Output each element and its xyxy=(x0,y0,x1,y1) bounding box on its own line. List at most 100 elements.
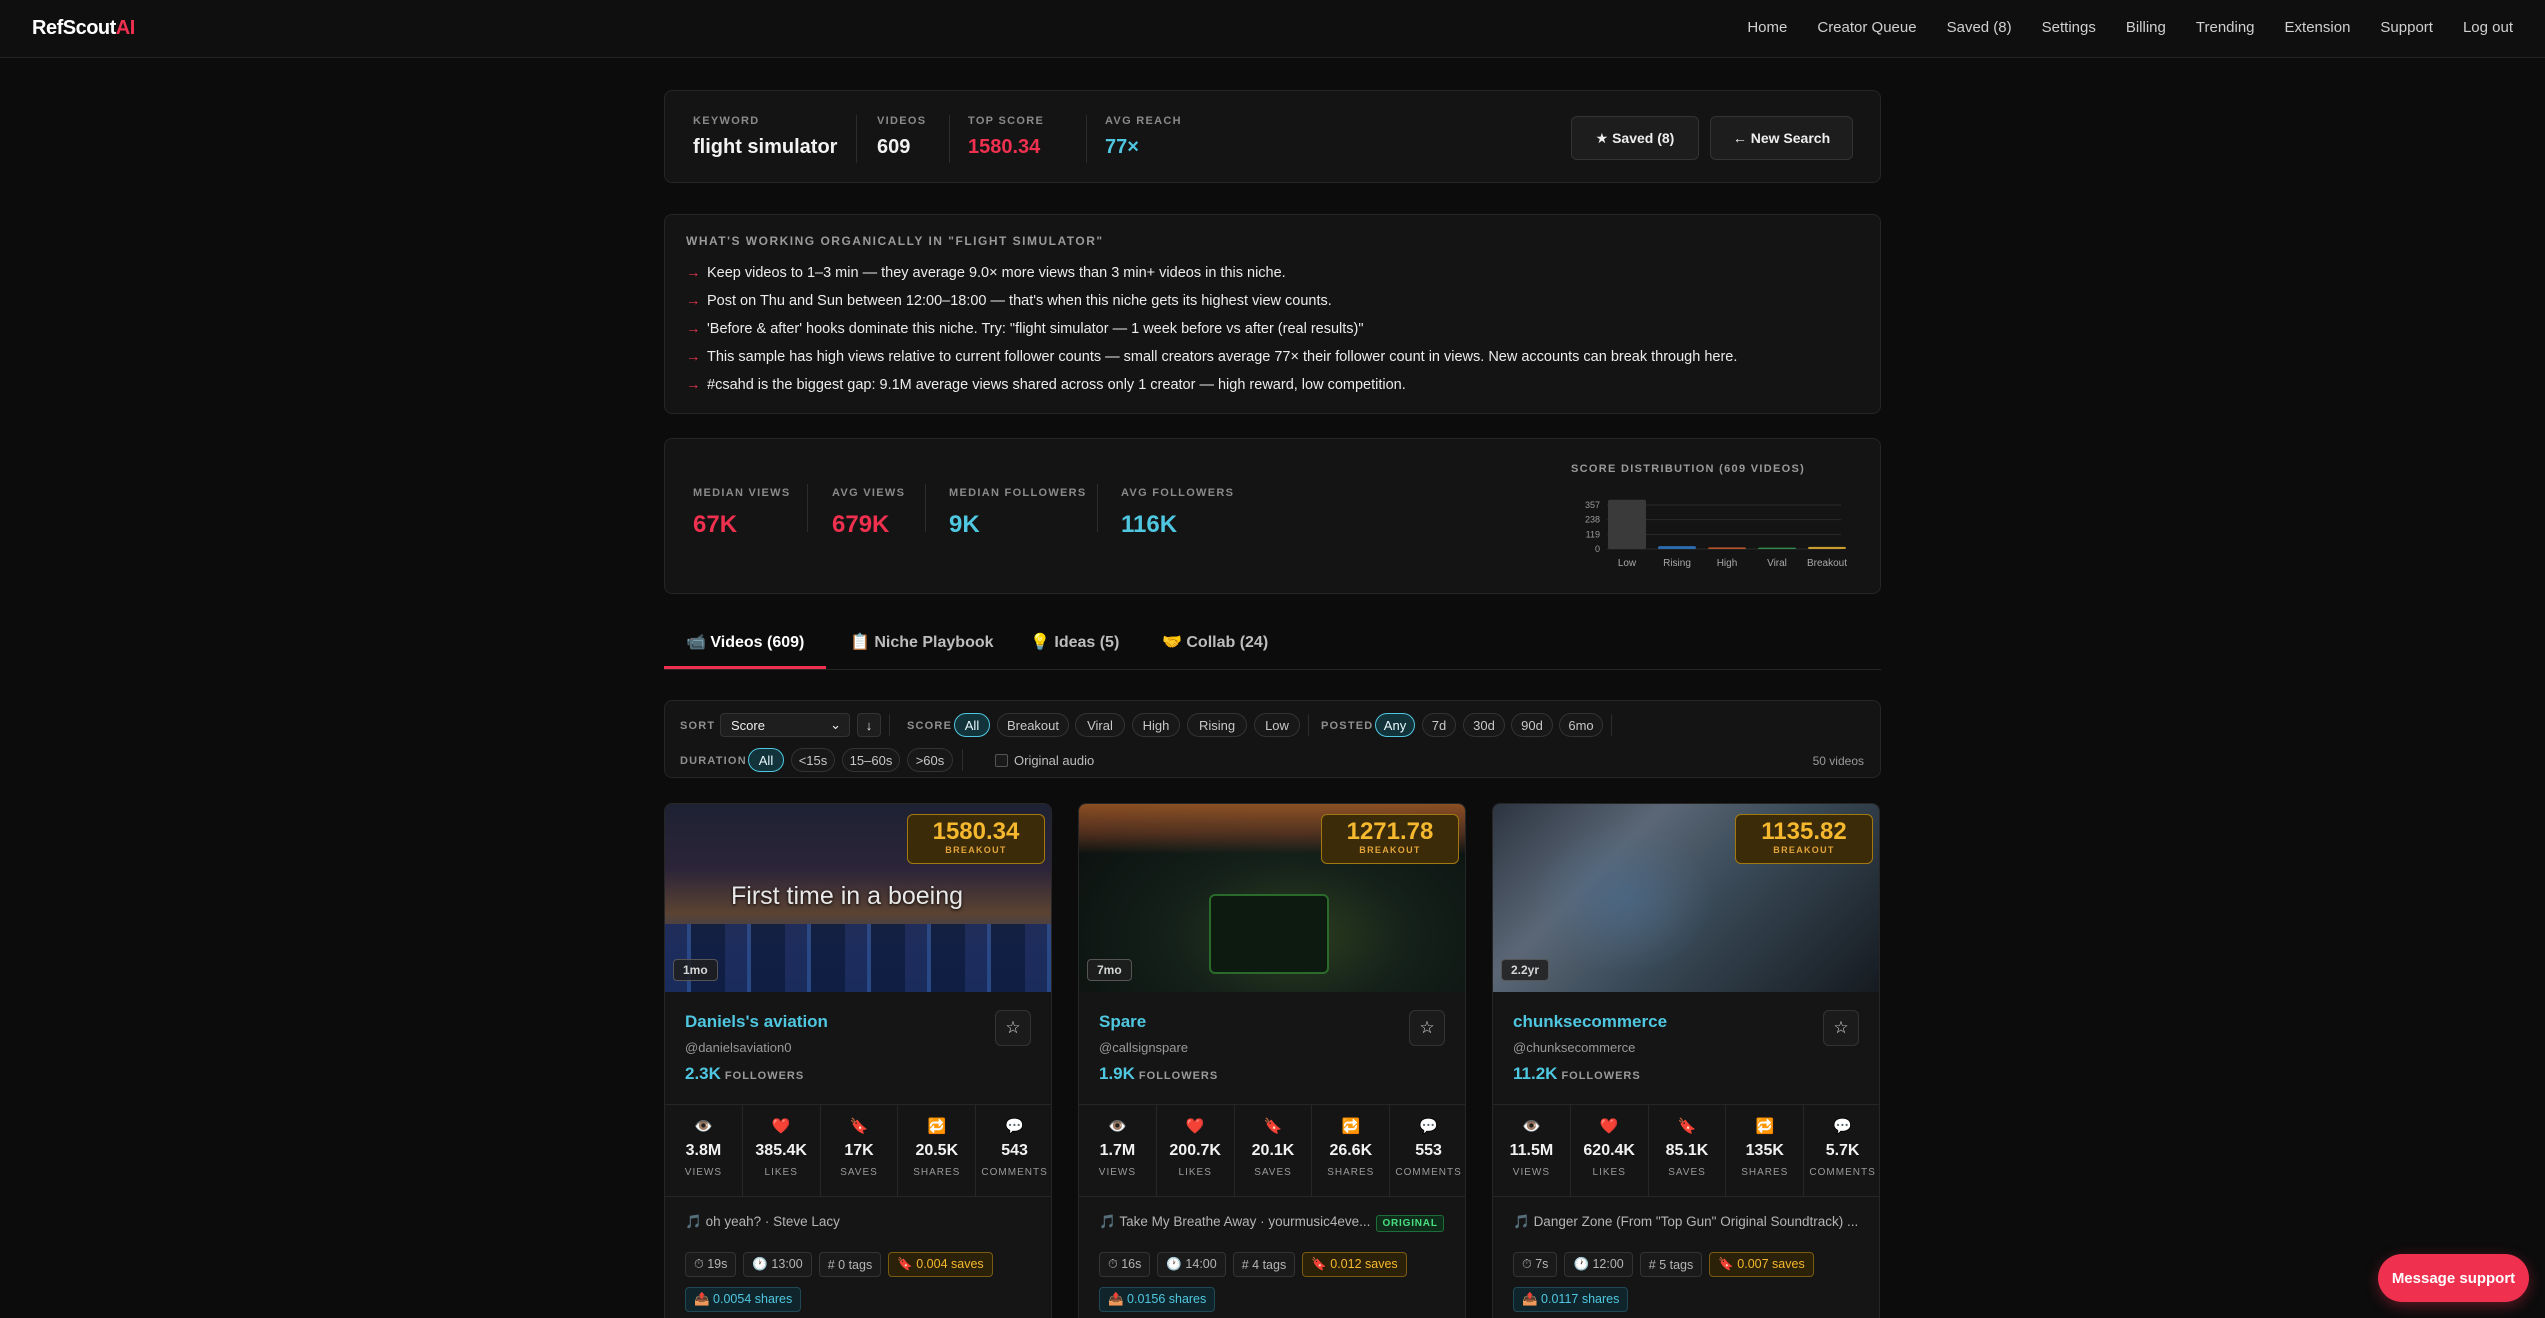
video-thumbnail[interactable]: 1271.78 BREAKOUT 7mo xyxy=(1079,804,1465,992)
score-filter-viral[interactable]: Viral xyxy=(1075,713,1125,737)
metric-saves: 🔖 85.1K SAVES xyxy=(1649,1105,1727,1196)
score-badge: 1135.82 BREAKOUT xyxy=(1735,814,1873,864)
likes-icon: ❤️ xyxy=(771,1118,791,1135)
views-icon: 👁️ xyxy=(1522,1118,1541,1135)
saved-button[interactable]: ★ Saved (8) xyxy=(1571,116,1699,160)
score-filter-low[interactable]: Low xyxy=(1254,713,1300,737)
median-followers-label: MEDIAN FOLLOWERS xyxy=(949,487,1087,499)
save-star-button[interactable]: ☆ xyxy=(1823,1010,1859,1046)
metrics-row: 👁️ 1.7M VIEWS ❤️ 200.7K LIKES 🔖 20.1K SA… xyxy=(1079,1104,1465,1197)
video-age-badge: 2.2yr xyxy=(1501,959,1550,981)
tab-videos[interactable]: 📹 Videos (609) xyxy=(686,632,804,652)
insight-item: → This sample has high views relative to … xyxy=(686,349,1738,365)
insights-panel: WHAT'S WORKING ORGANICALLY IN "FLIGHT SI… xyxy=(664,214,1881,414)
creator-handle: @chunksecommerce xyxy=(1513,1040,1636,1055)
videos-label: VIDEOS xyxy=(877,115,927,127)
nav-logout[interactable]: Log out xyxy=(2463,19,2513,36)
keyword-label: KEYWORD xyxy=(693,115,760,127)
nav-home[interactable]: Home xyxy=(1747,19,1787,36)
median-views-value: 67K xyxy=(693,511,738,538)
sort-label: SORT xyxy=(680,720,716,732)
score-filter-breakout[interactable]: Breakout xyxy=(997,713,1069,737)
shares-rate-chip: 📤 0.0156 shares xyxy=(1099,1287,1216,1312)
duration-filter-15-60s[interactable]: 15–60s xyxy=(842,748,900,772)
video-card[interactable]: 1135.82 BREAKOUT 2.2yr chunksecommerce @… xyxy=(1492,803,1880,1318)
tab-collab[interactable]: 🤝 Collab (24) xyxy=(1162,632,1268,652)
posted-filter-30d[interactable]: 30d xyxy=(1463,713,1505,737)
video-card[interactable]: 1271.78 BREAKOUT 7mo Spare @callsignspar… xyxy=(1078,803,1466,1318)
tab-niche-playbook[interactable]: 📋 Niche Playbook xyxy=(850,632,994,652)
video-card[interactable]: First time in a boeing 1580.34 BREAKOUT … xyxy=(664,803,1052,1318)
saves-rate-chip: 🔖 0.007 saves xyxy=(1709,1252,1814,1277)
original-audio-checkbox[interactable] xyxy=(995,754,1008,767)
sort-select[interactable]: Score ⌄ xyxy=(720,713,850,737)
save-star-button[interactable]: ☆ xyxy=(1409,1010,1445,1046)
nav-trending[interactable]: Trending xyxy=(2196,19,2255,36)
comments-icon: 💬 xyxy=(1005,1118,1024,1135)
metric-views: 👁️ 1.7M VIEWS xyxy=(1079,1105,1157,1196)
metrics-row: 👁️ 11.5M VIEWS ❤️ 620.4K LIKES 🔖 85.1K S… xyxy=(1493,1104,1879,1197)
logo[interactable]: RefScoutAI xyxy=(32,17,135,40)
creator-name[interactable]: Spare xyxy=(1099,1012,1146,1032)
post-time-chip: 🕐 14:00 xyxy=(1157,1252,1226,1277)
duration-filter-under-15s[interactable]: <15s xyxy=(791,748,835,772)
creator-name[interactable]: chunksecommerce xyxy=(1513,1012,1667,1032)
score-badge: 1580.34 BREAKOUT xyxy=(907,814,1045,864)
metric-shares: 🔁 135K SHARES xyxy=(1726,1105,1805,1196)
bar-rising xyxy=(1658,546,1696,549)
nav-saved[interactable]: Saved (8) xyxy=(1947,19,2012,36)
post-time-chip: 🕐 13:00 xyxy=(743,1252,812,1277)
nav-billing[interactable]: Billing xyxy=(2126,19,2166,36)
metric-comments: 💬 5.7K COMMENTS xyxy=(1804,1105,1879,1196)
keyword-value: flight simulator xyxy=(693,136,838,158)
nav-settings[interactable]: Settings xyxy=(2042,19,2096,36)
follower-count: 2.3K FOLLOWERS xyxy=(685,1064,805,1083)
creator-name[interactable]: Daniels's aviation xyxy=(685,1012,828,1032)
shares-rate-chip: 📤 0.0117 shares xyxy=(1513,1287,1629,1312)
save-star-button[interactable]: ☆ xyxy=(995,1010,1031,1046)
metric-likes: ❤️ 385.4K LIKES xyxy=(743,1105,821,1196)
insight-item: → Keep videos to 1–3 min — they average 9… xyxy=(686,265,1286,281)
music-track: 🎵 oh yeah? · Steve Lacy xyxy=(685,1214,840,1229)
saves-rate-chip: 🔖 0.012 saves xyxy=(1302,1252,1407,1277)
posted-label: POSTED xyxy=(1321,720,1374,732)
stats-panel: MEDIAN VIEWS 67K AVG VIEWS 679K MEDIAN F… xyxy=(664,438,1881,594)
posted-filter-7d[interactable]: 7d xyxy=(1422,713,1456,737)
metric-comments: 💬 553 COMMENTS xyxy=(1390,1105,1465,1196)
tags-chip: # 4 tags xyxy=(1232,1252,1296,1277)
nav-creator-queue[interactable]: Creator Queue xyxy=(1817,19,1916,36)
nav-support[interactable]: Support xyxy=(2380,19,2433,36)
sort-direction-button[interactable]: ↓ xyxy=(857,713,881,737)
views-icon: 👁️ xyxy=(1108,1118,1127,1135)
original-badge: ORIGINAL xyxy=(1376,1215,1444,1232)
comments-icon: 💬 xyxy=(1419,1118,1438,1135)
avg-views-value: 679K xyxy=(832,511,890,538)
y-tick-label: 119 xyxy=(1586,529,1600,539)
duration-filter-over-60s[interactable]: >60s xyxy=(907,748,953,772)
nav-extension[interactable]: Extension xyxy=(2285,19,2351,36)
score-filter-high[interactable]: High xyxy=(1132,713,1180,737)
score-filter-rising[interactable]: Rising xyxy=(1187,713,1247,737)
tab-ideas[interactable]: 💡 Ideas (5) xyxy=(1030,632,1119,652)
top-score-value: 1580.34 xyxy=(968,136,1041,158)
posted-filter-6mo[interactable]: 6mo xyxy=(1559,713,1603,737)
video-thumbnail[interactable]: First time in a boeing 1580.34 BREAKOUT … xyxy=(665,804,1051,992)
shares-rate-chip: 📤 0.0054 shares xyxy=(685,1287,802,1312)
duration-filter-all[interactable]: All xyxy=(748,748,784,772)
duration-chip: ⏱ 19s xyxy=(685,1252,737,1277)
message-support-button[interactable]: Message support xyxy=(2378,1254,2529,1302)
video-meta-chips: ⏱ 7s 🕐 12:00 # 5 tags 🔖 0.007 saves 📤 0.… xyxy=(1513,1252,1863,1312)
top-nav: RefScoutAI Home Creator Queue Saved (8) … xyxy=(0,0,2545,58)
star-icon: ☆ xyxy=(1419,1018,1435,1037)
creator-handle: @callsignspare xyxy=(1099,1040,1189,1055)
new-search-button[interactable]: ← New Search xyxy=(1710,116,1853,160)
likes-icon: ❤️ xyxy=(1185,1118,1205,1135)
arrow-icon: → xyxy=(686,265,701,281)
insights-title: WHAT'S WORKING ORGANICALLY IN "FLIGHT SI… xyxy=(686,234,1104,248)
score-filter-all[interactable]: All xyxy=(954,713,990,737)
posted-filter-any[interactable]: Any xyxy=(1375,713,1415,737)
metric-saves: 🔖 20.1K SAVES xyxy=(1235,1105,1313,1196)
posted-filter-90d[interactable]: 90d xyxy=(1511,713,1553,737)
video-thumbnail[interactable]: 1135.82 BREAKOUT 2.2yr xyxy=(1493,804,1879,992)
avg-followers-label: AVG FOLLOWERS xyxy=(1121,487,1235,499)
